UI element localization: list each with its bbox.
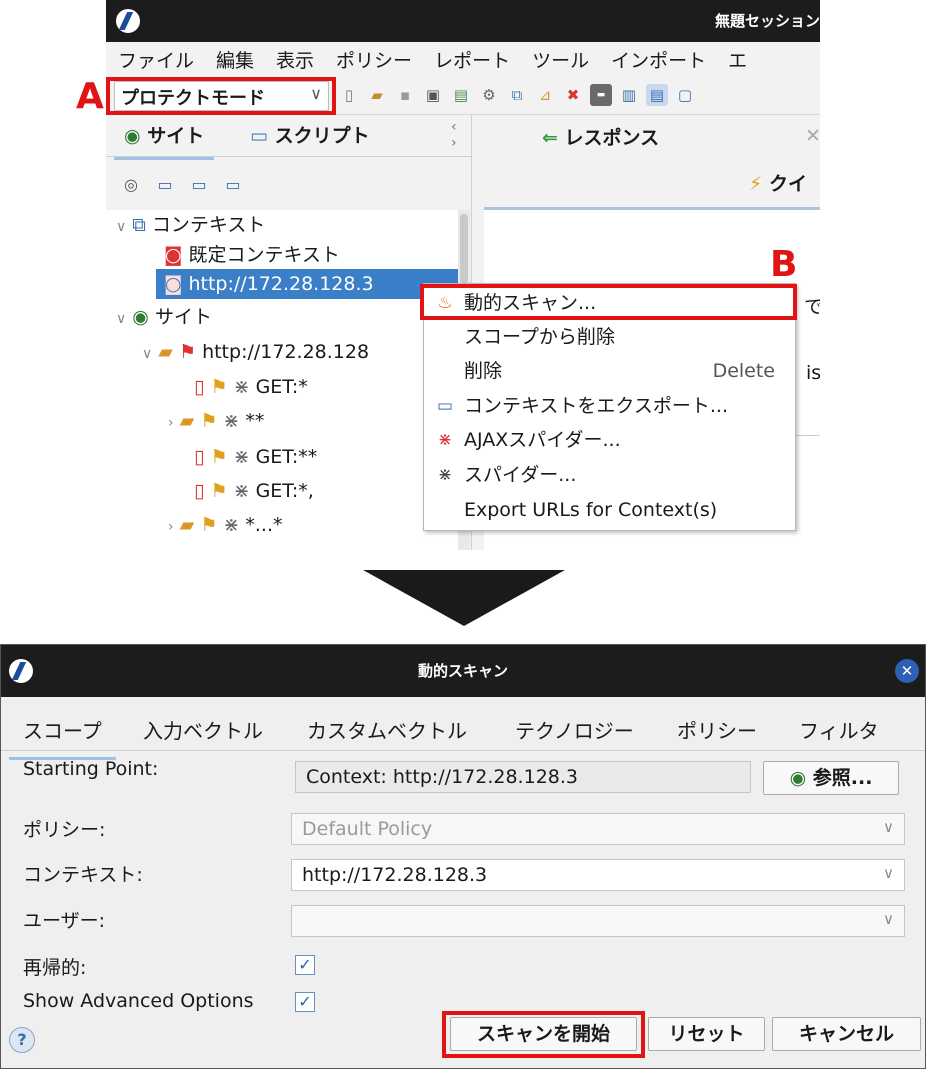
policy-select[interactable]: Default Policy ∨ (291, 813, 905, 845)
advanced-options-checkbox[interactable]: ✓ (295, 992, 315, 1012)
context-select[interactable]: http://172.28.128.3 ∨ (291, 859, 905, 891)
chevron-down-icon: ∨ (883, 910, 894, 928)
context-label: コンテキスト: (23, 864, 143, 886)
policy-label: ポリシー: (23, 819, 106, 841)
arrow-shape (363, 570, 565, 626)
starting-point-field[interactable]: Context: http://172.28.128.3 (295, 761, 751, 793)
reset-button[interactable]: リセット (648, 1017, 765, 1051)
close-icon[interactable]: ✕ (895, 659, 919, 683)
policy-value: Default Policy (302, 818, 433, 840)
tab-input-vectors[interactable]: 入力ベクトル (143, 715, 263, 744)
tab-technology[interactable]: テクノロジー (515, 715, 634, 744)
recursive-checkbox[interactable]: ✓ (295, 955, 315, 975)
chevron-down-icon: ∨ (883, 818, 894, 836)
dialog-tabs: スコープ 入力ベクトル カスタムベクトル テクノロジー ポリシー フィルタ (1, 701, 925, 760)
user-select[interactable]: ∨ (291, 905, 905, 937)
dialog-title: 動的スキャン (417, 662, 508, 680)
starting-point-value: Context: http://172.28.128.3 (306, 766, 578, 788)
globe-icon: ◉ (789, 767, 807, 789)
recursive-label: 再帰的: (23, 957, 87, 979)
tab-filter[interactable]: フィルタ (799, 715, 879, 744)
chevron-down-icon: ∨ (883, 864, 894, 882)
tab-policy[interactable]: ポリシー (677, 715, 757, 744)
context-value: http://172.28.128.3 (302, 864, 488, 886)
annotation-box-start (442, 1011, 645, 1058)
cancel-button[interactable]: キャンセル (772, 1017, 921, 1051)
active-scan-dialog: 動的スキャン ✕ スコープ 入力ベクトル カスタムベクトル テクノロジー ポリシ… (0, 644, 926, 1069)
browse-button-label: 参照... (812, 767, 873, 789)
tab-custom-vectors[interactable]: カスタムベクトル (307, 715, 467, 744)
arrow-down-icon (363, 570, 565, 626)
advanced-options-label: Show Advanced Options (23, 990, 254, 1012)
tab-scope[interactable]: スコープ (9, 715, 116, 760)
starting-point-label: Starting Point: (23, 758, 159, 780)
browse-button[interactable]: ◉ 参照... (763, 761, 899, 795)
dialog-title-bar: 動的スキャン ✕ (1, 645, 925, 697)
help-icon[interactable]: ? (9, 1027, 35, 1053)
user-label: ユーザー: (23, 910, 106, 932)
